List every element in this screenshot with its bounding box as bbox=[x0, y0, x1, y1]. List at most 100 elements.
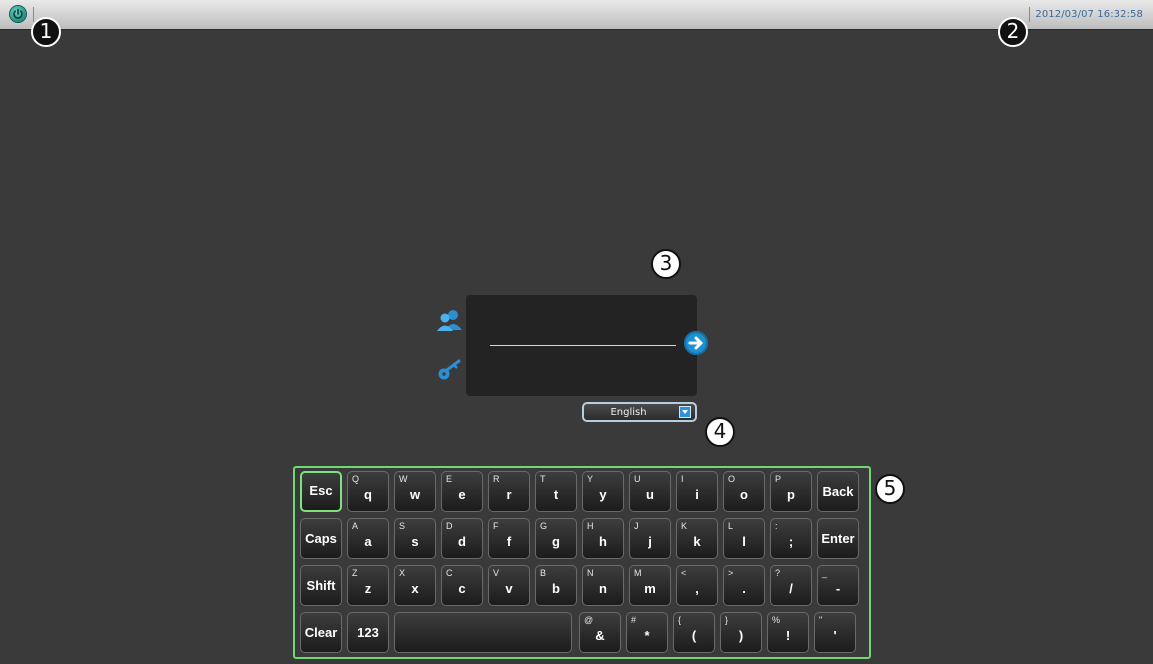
key-slash[interactable]: ? / bbox=[770, 565, 812, 606]
callout-4: 4 bbox=[705, 417, 735, 447]
key-period[interactable]: >. bbox=[723, 565, 765, 606]
key-exclamation[interactable]: %! bbox=[767, 612, 809, 653]
key-shift-label: U bbox=[634, 474, 641, 484]
key-i[interactable]: Ii bbox=[676, 471, 718, 512]
key-e[interactable]: Ee bbox=[441, 471, 483, 512]
key-shift-label: L bbox=[728, 521, 734, 531]
key-label: q bbox=[364, 487, 372, 502]
key-b[interactable]: Bb bbox=[535, 565, 577, 606]
key-shift-label: E bbox=[446, 474, 453, 484]
key-label: Caps bbox=[305, 531, 337, 546]
callout-1: 1 bbox=[31, 17, 61, 47]
space-key[interactable] bbox=[394, 612, 572, 653]
key-label: k bbox=[693, 534, 701, 549]
key-u[interactable]: Uu bbox=[629, 471, 671, 512]
key-m[interactable]: Mm bbox=[629, 565, 671, 606]
datetime-display: 2012/03/07 16:32:58 bbox=[1035, 9, 1143, 20]
key-shift-label: Q bbox=[352, 474, 360, 484]
key-j[interactable]: Jj bbox=[629, 518, 671, 559]
enter-key[interactable]: Enter bbox=[817, 518, 859, 559]
key-label: Enter bbox=[821, 531, 855, 546]
key-label: e bbox=[458, 487, 466, 502]
backspace-key[interactable]: Back bbox=[817, 471, 859, 512]
key-label: ( bbox=[691, 628, 697, 643]
arrow-right-icon bbox=[688, 336, 703, 350]
key-shift-label: X bbox=[399, 568, 406, 578]
language-select-value: English bbox=[610, 407, 647, 418]
key-y[interactable]: Yy bbox=[582, 471, 624, 512]
shift-key[interactable]: Shift bbox=[300, 565, 342, 606]
key-label: - bbox=[835, 581, 841, 596]
key-left-paren[interactable]: {( bbox=[673, 612, 715, 653]
key-p[interactable]: Pp bbox=[770, 471, 812, 512]
key-shift-label: R bbox=[493, 474, 500, 484]
username-input[interactable] bbox=[490, 345, 676, 346]
key-shift-label: S bbox=[399, 521, 406, 531]
key-shift-label: : bbox=[775, 521, 778, 531]
key-shift-label: ? bbox=[775, 568, 781, 578]
key-label: 123 bbox=[357, 625, 379, 640]
key-label: Clear bbox=[304, 625, 338, 640]
callout-3: 3 bbox=[651, 249, 681, 279]
key-label: n bbox=[599, 581, 607, 596]
topbar-divider bbox=[1029, 7, 1030, 22]
key-d[interactable]: Dd bbox=[441, 518, 483, 559]
key-r[interactable]: Rr bbox=[488, 471, 530, 512]
key-label: i bbox=[695, 487, 699, 502]
numbers-key[interactable]: 123 bbox=[347, 612, 389, 653]
key-label: ; bbox=[788, 534, 794, 549]
key-s[interactable]: Ss bbox=[394, 518, 436, 559]
key-label: ! bbox=[785, 628, 791, 643]
key-comma[interactable]: <, bbox=[676, 565, 718, 606]
key-label: s bbox=[411, 534, 419, 549]
key-q[interactable]: Qq bbox=[347, 471, 389, 512]
key-label: Esc bbox=[309, 483, 333, 498]
power-icon[interactable] bbox=[10, 6, 26, 22]
key-label: o bbox=[740, 487, 748, 502]
login-submit-button[interactable] bbox=[684, 331, 708, 355]
key-asterisk[interactable]: # * bbox=[626, 612, 668, 653]
key-o[interactable]: Oo bbox=[723, 471, 765, 512]
key-t[interactable]: Tt bbox=[535, 471, 577, 512]
top-bar: 2012/03/07 16:32:58 bbox=[0, 0, 1153, 30]
key-c[interactable]: Cc bbox=[441, 565, 483, 606]
key-z[interactable]: Zz bbox=[347, 565, 389, 606]
key-w[interactable]: Ww bbox=[394, 471, 436, 512]
key-v[interactable]: Vv bbox=[488, 565, 530, 606]
key-label: u bbox=[646, 487, 654, 502]
key-g[interactable]: Gg bbox=[535, 518, 577, 559]
key-shift-label: A bbox=[352, 521, 359, 531]
key-shift-label: > bbox=[728, 568, 734, 578]
on-screen-keyboard: Esc Qq Ww Ee Rr Tt Yy Uu Ii Oo Pp Back Caps Aa Ss Dd Ff G… bbox=[293, 466, 871, 659]
key-n[interactable]: Nn bbox=[582, 565, 624, 606]
key-label: Back bbox=[822, 484, 854, 499]
key-label: d bbox=[458, 534, 466, 549]
key-label: . bbox=[742, 581, 746, 596]
key-shift-label: G bbox=[540, 521, 548, 531]
key-semicolon[interactable]: :; bbox=[770, 518, 812, 559]
key-k[interactable]: Kk bbox=[676, 518, 718, 559]
key-shift-label: V bbox=[493, 568, 500, 578]
key-f[interactable]: Ff bbox=[488, 518, 530, 559]
clear-key[interactable]: Clear bbox=[300, 612, 342, 653]
key-x[interactable]: Xx bbox=[394, 565, 436, 606]
language-select[interactable]: English bbox=[582, 402, 697, 422]
key-right-paren[interactable]: }) bbox=[720, 612, 762, 653]
users-icon bbox=[437, 310, 462, 331]
key-a[interactable]: Aa bbox=[347, 518, 389, 559]
key-icon bbox=[438, 359, 461, 380]
key-l[interactable]: Ll bbox=[723, 518, 765, 559]
esc-key[interactable]: Esc bbox=[300, 471, 342, 512]
chevron-down-icon[interactable] bbox=[679, 406, 691, 418]
key-label: g bbox=[552, 534, 560, 549]
key-apostrophe[interactable]: " ' bbox=[814, 612, 856, 653]
key-h[interactable]: Hh bbox=[582, 518, 624, 559]
caps-lock-key[interactable]: Caps bbox=[300, 518, 342, 559]
key-shift-label: W bbox=[399, 474, 408, 484]
key-hyphen[interactable]: _ - bbox=[817, 565, 859, 606]
key-ampersand[interactable]: @ & bbox=[579, 612, 621, 653]
key-shift-label: { bbox=[678, 615, 682, 625]
key-label: ' bbox=[833, 628, 837, 643]
key-label: * bbox=[644, 628, 650, 643]
key-shift-label: F bbox=[493, 521, 499, 531]
